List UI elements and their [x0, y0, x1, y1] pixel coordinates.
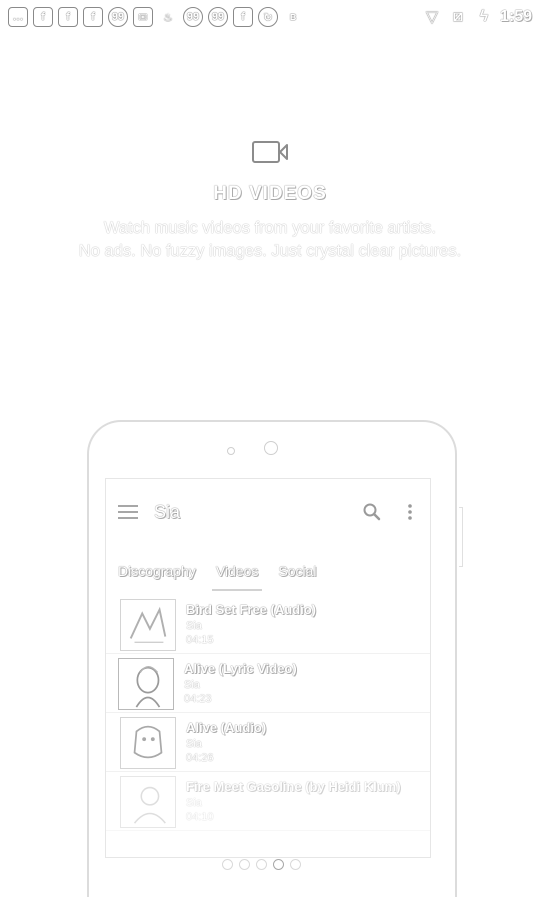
video-artist: Sia	[186, 620, 202, 632]
page-dot[interactable]	[256, 859, 267, 870]
page-dot[interactable]	[239, 859, 250, 870]
video-duration: 04:10	[186, 811, 214, 823]
quote-notification-icon: 99	[208, 7, 228, 27]
facebook-notification-icon: f	[58, 7, 78, 27]
tab-discography[interactable]: Discography	[118, 563, 196, 585]
facebook-notification-icon: f	[233, 7, 253, 27]
sync-notification-icon: ↻	[258, 7, 278, 27]
video-title: Bird Set Free (Audio)	[186, 602, 317, 617]
bluetooth-icon: ʙ	[289, 11, 297, 23]
quote-notification-icon: 99	[108, 7, 128, 27]
video-thumbnail[interactable]	[118, 658, 174, 710]
video-list-item[interactable]: Bird Set Free (Audio) Sia 04:15	[106, 595, 430, 654]
phone-screen: Sia Discography Videos Social Bird Set Fre…	[105, 478, 431, 858]
page-dot[interactable]	[273, 859, 284, 870]
tab-bar: Discography Videos Social	[106, 557, 430, 591]
tab-social[interactable]: Social	[278, 563, 316, 585]
mail-notification-icon: ✉	[133, 7, 153, 27]
video-list-item[interactable]: Alive (Audio) Sia 04:26	[106, 713, 430, 772]
hero-description-line-2: No ads. No fuzzy images. Just crystal cl…	[78, 242, 462, 260]
page-dot[interactable]	[222, 859, 233, 870]
video-meta: Bird Set Free (Audio) Sia 04:15	[186, 599, 316, 646]
clock: 1:59	[499, 8, 532, 25]
facebook-notification-icon: f	[33, 7, 53, 27]
video-thumbnail[interactable]	[120, 717, 176, 769]
video-list: Bird Set Free (Audio) Sia 04:15 Alive (Lyri…	[106, 595, 430, 831]
video-meta: Alive (Lyric Video) Sia 04:23	[184, 658, 297, 705]
menu-icon[interactable]	[118, 505, 138, 519]
video-thumbnail[interactable]	[120, 599, 176, 651]
video-duration: 04:15	[186, 634, 214, 646]
video-thumbnail[interactable]	[120, 776, 176, 828]
hero-title: HD VIDEOS	[213, 183, 327, 204]
hero-description-line-1: Watch music videos from your favorite ar…	[103, 219, 437, 237]
no-sim-icon: ⧄	[452, 8, 464, 25]
app-bar: Sia	[106, 479, 430, 545]
system-status-icons: ▽ ⧄ ϟ	[422, 7, 494, 27]
hero-description: Watch music videos from your favorite ar…	[0, 217, 540, 263]
video-duration: 04:26	[186, 752, 214, 764]
facebook-notification-icon: f	[83, 7, 103, 27]
tab-videos[interactable]: Videos	[211, 563, 262, 591]
video-artist: Sia	[186, 738, 202, 750]
video-meta: Fire Meet Gasoline (by Heidi Klum) Sia 04:…	[186, 776, 401, 823]
system-icons: ▽ ⧄ ϟ 1:59	[422, 7, 532, 27]
phone-camera	[264, 441, 278, 455]
chat-notification-icon: …	[8, 7, 28, 27]
video-title: Alive (Audio)	[186, 720, 267, 735]
video-title: Alive (Lyric Video)	[184, 661, 297, 676]
video-duration: 04:23	[184, 693, 212, 705]
video-meta: Alive (Audio) Sia 04:26	[186, 717, 266, 764]
flame-notification-icon: ♨	[163, 11, 173, 24]
wifi-icon: ▽	[425, 9, 439, 26]
video-list-item[interactable]: Alive (Lyric Video) Sia 04:23	[106, 654, 430, 713]
quote-notification-icon: 99	[183, 7, 203, 27]
phone-speaker	[227, 447, 235, 455]
battery-charging-icon: ϟ	[479, 8, 489, 25]
page-indicator	[222, 859, 301, 870]
video-list-item[interactable]: Fire Meet Gasoline (by Heidi Klum) Sia 04:…	[106, 772, 430, 831]
search-icon[interactable]	[362, 502, 382, 522]
video-title: Fire Meet Gasoline (by Heidi Klum)	[186, 779, 401, 794]
notification-icons: … f f f 99 ✉ ♨ 99 99 f ↻ ʙ	[8, 7, 303, 27]
phone-side-button	[459, 507, 463, 567]
video-camera-icon	[252, 141, 288, 163]
app-actions	[362, 502, 420, 522]
more-options-icon[interactable]	[400, 502, 420, 522]
page-dot[interactable]	[290, 859, 301, 870]
video-artist: Sia	[184, 679, 200, 691]
status-bar: … f f f 99 ✉ ♨ 99 99 f ↻ ʙ ▽ ⧄ ϟ 1:59	[0, 0, 540, 34]
app-title: Sia	[154, 501, 181, 522]
video-artist: Sia	[186, 797, 202, 809]
